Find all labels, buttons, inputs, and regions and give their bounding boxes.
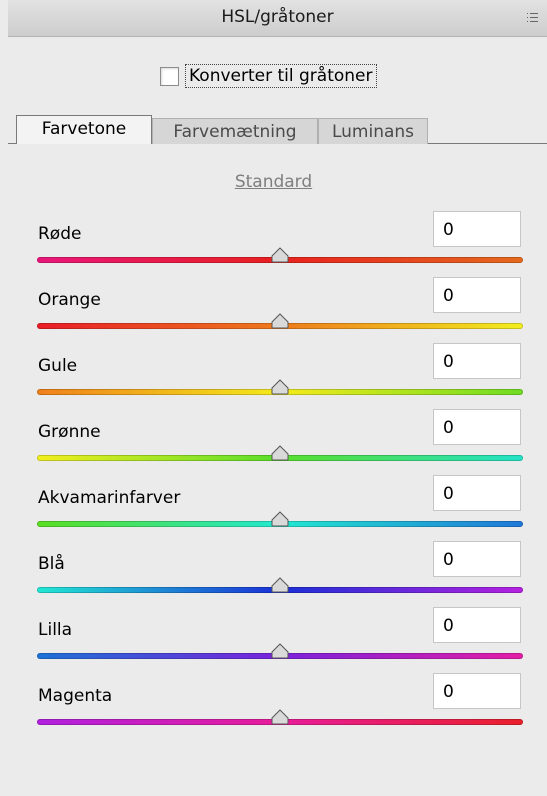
slider-value-field[interactable]: 0 <box>433 607 521 643</box>
grayscale-checkbox[interactable] <box>160 66 179 86</box>
slider-value-field[interactable]: 0 <box>433 673 521 709</box>
slider-label: Blå <box>38 554 65 574</box>
slider-value-field[interactable]: 0 <box>433 211 521 247</box>
default-link[interactable]: Standard <box>0 172 547 192</box>
slider-label: Orange <box>38 290 101 310</box>
slider-row: Blå 0 <box>0 541 547 607</box>
slider-value-field[interactable]: 0 <box>433 541 521 577</box>
slider-row: Grønne 0 <box>0 409 547 475</box>
slider-row: Røde 0 <box>0 211 547 277</box>
slider-label: Lilla <box>38 620 73 640</box>
slider-label: Grønne <box>38 422 101 442</box>
slider-row: Gule 0 <box>0 343 547 409</box>
slider-thumb[interactable] <box>270 379 290 395</box>
tab-farvemaetning[interactable]: Farvemætning <box>152 118 318 144</box>
slider-row: Magenta 0 <box>0 673 547 739</box>
tab-luminans[interactable]: Luminans <box>318 118 428 144</box>
tab-farvetone[interactable]: Farvetone <box>16 115 152 144</box>
slider-value-field[interactable]: 0 <box>433 277 521 313</box>
slider-row: Orange 0 <box>0 277 547 343</box>
slider-thumb[interactable] <box>270 577 290 593</box>
slider-label: Magenta <box>38 686 113 706</box>
slider-thumb[interactable] <box>270 445 290 461</box>
grayscale-toggle[interactable]: Konverter til gråtoner <box>160 64 377 88</box>
slider-value-field[interactable]: 0 <box>433 343 521 379</box>
slider-thumb[interactable] <box>270 709 290 725</box>
grayscale-label[interactable]: Konverter til gråtoner <box>185 64 377 88</box>
panel-menu-icon[interactable] <box>527 12 538 23</box>
slider-row: Lilla 0 <box>0 607 547 673</box>
slider-value-field[interactable]: 0 <box>433 475 521 511</box>
slider-thumb[interactable] <box>270 643 290 659</box>
slider-row: Akvamarinfarver 0 <box>0 475 547 541</box>
panel-header: HSL/gråtoner <box>8 0 547 37</box>
panel-title: HSL/gråtoner <box>221 7 334 27</box>
tab-bar: Farvetone Farvemætning Luminans <box>8 115 547 144</box>
slider-thumb[interactable] <box>270 511 290 527</box>
slider-label: Akvamarinfarver <box>38 488 181 508</box>
slider-label: Røde <box>38 224 82 244</box>
slider-thumb[interactable] <box>270 247 290 263</box>
slider-value-field[interactable]: 0 <box>433 409 521 445</box>
slider-thumb[interactable] <box>270 313 290 329</box>
slider-label: Gule <box>38 356 78 376</box>
